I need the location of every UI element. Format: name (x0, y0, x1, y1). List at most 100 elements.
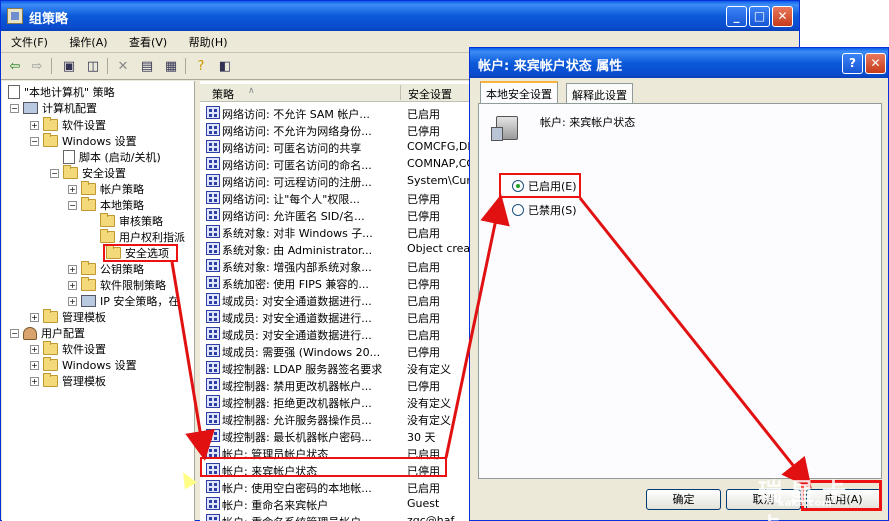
expand-icon[interactable]: + (30, 360, 39, 370)
tree-node-account-policies[interactable]: + 帐户策略 (68, 181, 144, 197)
back-arrow-icon[interactable]: ⇦ (5, 57, 25, 75)
tree-node-scripts[interactable]: 脚本 (启动/关机) (63, 149, 161, 165)
tree-node-software-restriction[interactable]: + 软件限制策略 (68, 277, 166, 293)
export-list-icon[interactable]: ▦ (161, 57, 181, 75)
maximize-button[interactable]: □ (749, 6, 770, 27)
tree-node-user-admin-templates[interactable]: + 管理模板 (30, 373, 106, 389)
table-row[interactable]: 帐户: 重命名系统管理员帐户 zgc@haf (200, 512, 470, 521)
expand-icon[interactable]: + (30, 312, 39, 322)
policy-item-icon (206, 344, 220, 357)
dialog-help-button[interactable]: ? (842, 53, 863, 74)
computer-icon (23, 102, 38, 114)
table-row[interactable]: 域成员: 需要强 (Windows 20... 已停用 (200, 342, 470, 359)
table-row[interactable]: 系统加密: 使用 FIPS 兼容的... 已停用 (200, 274, 470, 291)
radio-disabled[interactable]: 已禁用(S) (512, 202, 577, 218)
table-row[interactable]: 网络访问: 可匿名访问的命名... COMNAP,COMNO (200, 155, 470, 172)
table-row[interactable]: 域成员: 对安全通道数据进行... 已启用 (200, 308, 470, 325)
table-row[interactable]: 网络访问: 可远程访问的注册... System\Curr (200, 172, 470, 189)
tree-node-admin-templates[interactable]: + 管理模板 (30, 309, 106, 325)
tree-node-ipsec[interactable]: + IP 安全策略，在 (68, 293, 179, 309)
tab-local-security-setting[interactable]: 本地安全设置 (480, 81, 558, 104)
console-tree: "本地计算机" 策略 − 计算机配置 + 软件设置 − Windows 设置 脚… (2, 81, 195, 521)
collapse-icon[interactable]: − (10, 103, 19, 113)
help-icon[interactable]: ? (191, 57, 211, 75)
table-row[interactable]: 帐户: 重命名来宾帐户 Guest (200, 495, 470, 512)
table-row[interactable]: 网络访问: 可匿名访问的共享 COMCFG,DFS$ (200, 138, 470, 155)
table-row[interactable]: 域控制器: LDAP 服务器签名要求 没有定义 (200, 359, 470, 376)
properties-icon[interactable]: ▤ (137, 57, 157, 75)
policy-item-icon (206, 310, 220, 323)
policy-name-cell: 域控制器: 禁用更改机器帐户... (222, 380, 372, 393)
expand-icon[interactable]: + (68, 184, 77, 194)
list-header: 策略 ∧ 安全设置 (200, 84, 470, 102)
console-tree-icon[interactable]: ◧ (215, 57, 235, 75)
menu-file[interactable]: 文件(F) (1, 31, 56, 50)
tree-node-public-key[interactable]: + 公钥策略 (68, 261, 144, 277)
table-row[interactable]: 网络访问: 让"每个人"权限... 已停用 (200, 189, 470, 206)
table-row[interactable]: 域成员: 对安全通道数据进行... 已启用 (200, 291, 470, 308)
tab-explain[interactable]: 解释此设置 (566, 83, 633, 103)
policy-setting-cell: 已启用 (407, 482, 440, 495)
collapse-icon[interactable]: − (68, 200, 77, 210)
expand-icon[interactable]: + (30, 376, 39, 386)
tree-node-security-settings[interactable]: − 安全设置 (50, 165, 126, 181)
main-title-bar[interactable]: 组策略 _ □ ✕ (1, 1, 799, 31)
tree-node-audit-policy[interactable]: 审核策略 (100, 213, 163, 229)
tree-node-user-rights[interactable]: 用户权利指派 (100, 229, 185, 245)
table-row[interactable]: 网络访问: 不允许为网络身份... 已停用 (200, 121, 470, 138)
ok-button[interactable]: 确定 (646, 489, 721, 510)
policy-name-cell: 网络访问: 不允许为网络身份... (222, 125, 372, 138)
policy-item-icon (206, 225, 220, 238)
expand-icon[interactable]: + (68, 280, 77, 290)
forward-arrow-icon[interactable]: ⇨ (27, 57, 47, 75)
policy-setting-cell: zgc@haf (407, 514, 455, 521)
table-row[interactable]: 域控制器: 禁用更改机器帐户... 已停用 (200, 376, 470, 393)
menu-action[interactable]: 操作(A) (59, 31, 115, 50)
folder-icon (81, 261, 96, 275)
table-row[interactable]: 系统对象: 由 Administrator... Object crea (200, 240, 470, 257)
tree-node-user-windows-settings[interactable]: + Windows 设置 (30, 357, 137, 373)
table-row[interactable]: 网络访问: 允许匿名 SID/名... 已停用 (200, 206, 470, 223)
tree-node-software-settings[interactable]: + 软件设置 (30, 117, 106, 133)
delete-icon[interactable]: ✕ (113, 57, 133, 75)
policy-setting-cell: 已停用 (407, 210, 440, 223)
table-row[interactable]: 帐户: 使用空白密码的本地帐... 已启用 (200, 478, 470, 495)
radio-disabled-indicator[interactable] (512, 204, 524, 216)
collapse-icon[interactable]: − (10, 328, 19, 338)
folder-icon (81, 277, 96, 291)
up-folder-icon[interactable]: ▣ (59, 57, 79, 75)
policy-setting-cell: 已停用 (407, 380, 440, 393)
tree-node-computer-config[interactable]: − 计算机配置 (10, 100, 97, 116)
table-row[interactable]: 域控制器: 拒绝更改机器帐户... 没有定义 (200, 393, 470, 410)
close-button[interactable]: ✕ (772, 6, 793, 27)
policy-name-cell: 帐户: 重命名来宾帐户 (222, 499, 329, 512)
expand-icon[interactable]: + (30, 344, 39, 354)
dialog-close-button[interactable]: ✕ (865, 53, 886, 74)
table-row[interactable]: 域成员: 对安全通道数据进行... 已启用 (200, 325, 470, 342)
minimize-button[interactable]: _ (726, 6, 747, 27)
tree-node-local-policy[interactable]: "本地计算机" 策略 (8, 84, 115, 100)
tree-node-windows-settings[interactable]: − Windows 设置 (30, 133, 137, 149)
collapse-icon[interactable]: − (50, 168, 59, 178)
menu-view[interactable]: 查看(V) (119, 31, 175, 50)
table-row[interactable]: 系统对象: 增强内部系统对象... 已启用 (200, 257, 470, 274)
policy-item-icon (206, 106, 220, 119)
show-hide-tree-icon[interactable]: ◫ (83, 57, 103, 75)
table-row[interactable]: 网络访问: 不允许 SAM 帐户... 已启用 (200, 104, 470, 121)
expand-icon[interactable]: + (30, 120, 39, 130)
tree-node-user-software-settings[interactable]: + 软件设置 (30, 341, 106, 357)
dialog-policy-name: 帐户: 来宾帐户状态 (540, 116, 636, 129)
tab-panel (478, 103, 882, 479)
menu-help[interactable]: 帮助(H) (179, 31, 236, 50)
table-row[interactable]: 系统对象: 对非 Windows 子... 已启用 (200, 223, 470, 240)
tree-node-local-policies[interactable]: − 本地策略 (68, 197, 144, 213)
dialog-title-bar[interactable]: 帐户: 来宾帐户状态 属性 ? ✕ (470, 48, 888, 78)
tree-node-user-config[interactable]: − 用户配置 (10, 325, 85, 341)
collapse-icon[interactable]: − (30, 136, 39, 146)
expand-icon[interactable]: + (68, 296, 77, 306)
column-header-setting[interactable]: 安全设置 (408, 86, 452, 102)
expand-icon[interactable]: + (68, 264, 77, 274)
table-row[interactable]: 域控制器: 最长机器帐户密码... 30 天 (200, 427, 470, 444)
column-header-policy[interactable]: 策略 (212, 86, 234, 102)
table-row[interactable]: 域控制器: 允许服务器操作员... 没有定义 (200, 410, 470, 427)
